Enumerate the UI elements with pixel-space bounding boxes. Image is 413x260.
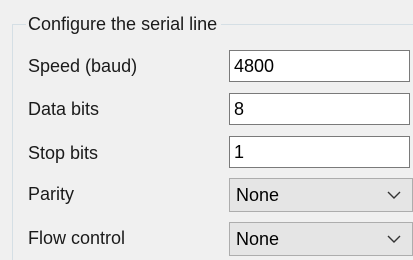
chevron-down-icon	[387, 235, 401, 243]
flow-control-selected-value: None	[236, 229, 280, 249]
parity-row: Parity None	[0, 178, 413, 214]
speed-label: Speed (baud)	[28, 56, 138, 76]
speed-row: Speed (baud) 4800	[0, 50, 413, 86]
serial-line-config-panel: Configure the serial line Speed (baud) 4…	[0, 0, 413, 260]
data-bits-input[interactable]: 8	[229, 93, 410, 125]
flow-control-row: Flow control None	[0, 222, 413, 258]
speed-input[interactable]: 4800	[229, 50, 410, 82]
group-title: Configure the serial line	[26, 13, 222, 35]
parity-selected-value: None	[236, 185, 280, 205]
flow-control-select[interactable]: None	[229, 222, 413, 256]
data-bits-row: Data bits 8	[0, 93, 413, 129]
data-bits-label: Data bits	[28, 99, 100, 119]
flow-control-label: Flow control	[28, 228, 126, 248]
stop-bits-label: Stop bits	[28, 143, 99, 163]
chevron-down-icon	[387, 191, 401, 199]
stop-bits-input[interactable]: 1	[229, 136, 410, 168]
parity-label: Parity	[28, 184, 75, 204]
stop-bits-row: Stop bits 1	[0, 136, 413, 172]
parity-select[interactable]: None	[229, 178, 413, 212]
